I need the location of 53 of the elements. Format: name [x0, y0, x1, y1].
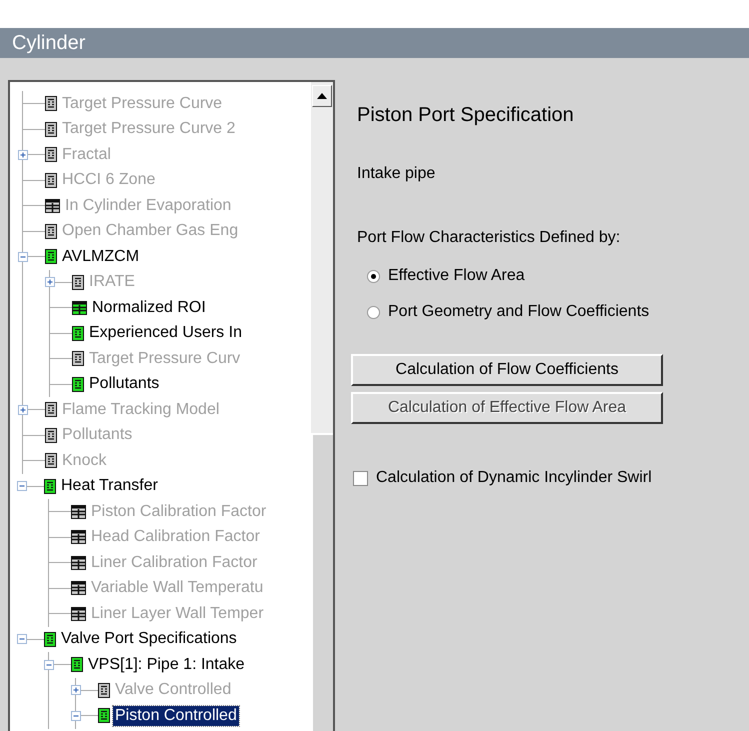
tree-item[interactable]: Open Chamber Gas Eng — [60, 221, 240, 242]
radio-button[interactable] — [367, 270, 380, 282]
tree-item[interactable]: Target Pressure Curve 2 — [60, 119, 238, 140]
tree-item[interactable]: AVLMZCM — [60, 246, 142, 267]
expand-toggle[interactable] — [71, 685, 81, 696]
checkbox[interactable] — [353, 470, 368, 486]
tree-item[interactable]: Target Pressure Curve — [60, 94, 224, 114]
radio-label: Port Geometry and Flow Coefficients — [388, 302, 650, 322]
plus-icon — [19, 406, 27, 414]
expand-toggle[interactable] — [18, 150, 28, 160]
tree-item[interactable]: VPS[1]: Pipe 1: Intake — [86, 654, 247, 675]
subtitle: Intake pipe — [357, 164, 436, 184]
panel-heading: Piston Port Specification — [357, 103, 574, 128]
plus-icon — [72, 686, 80, 694]
tree-item[interactable]: Valve Controlled — [113, 680, 234, 700]
tree-item[interactable]: Liner Layer Wall Temper — [89, 604, 266, 624]
tree-item[interactable]: Piston Controlled — [113, 706, 239, 726]
window-title: Cylinder — [12, 31, 86, 56]
tree-item[interactable]: Head Calibration Factor — [89, 527, 262, 548]
tree-item[interactable]: In Cylinder Evaporation — [63, 196, 234, 216]
up-arrow-icon — [317, 93, 327, 99]
tree-item[interactable]: Heat Transfer — [59, 476, 160, 496]
tree-item[interactable]: Pollutants — [87, 374, 162, 394]
expand-toggle[interactable] — [18, 404, 28, 415]
collapse-toggle[interactable] — [17, 481, 27, 492]
scroll-up-button[interactable] — [312, 85, 332, 107]
expand-toggle[interactable] — [45, 277, 55, 288]
tree-item[interactable]: Liner Calibration Factor — [89, 552, 260, 573]
tree-item[interactable]: Fractal — [60, 144, 113, 165]
tree-item[interactable]: Target Pressure Curv — [87, 348, 242, 369]
scroll-thumb[interactable] — [311, 433, 333, 731]
group-label: Port Flow Characteristics Defined by: — [357, 228, 620, 248]
plus-icon — [46, 278, 54, 286]
checkbox-label: Calculation of Dynamic Incylinder Swirl — [376, 468, 652, 488]
tree-item[interactable]: Knock — [60, 450, 108, 471]
tree-item[interactable]: Valve Port Specifications — [59, 629, 239, 650]
plus-icon — [19, 150, 27, 159]
collapse-toggle[interactable] — [71, 710, 81, 721]
collapse-toggle[interactable] — [17, 634, 27, 644]
tree-item[interactable]: Piston Calibration Factor — [89, 502, 268, 522]
scrollbar[interactable] — [311, 82, 333, 731]
collapse-toggle[interactable] — [44, 660, 54, 670]
tree-item[interactable]: Experienced Users In — [87, 323, 244, 344]
action-button[interactable]: Calculation of Flow Coefficients — [351, 354, 663, 386]
collapse-toggle[interactable] — [18, 252, 28, 262]
tree-item[interactable]: Flame Tracking Model — [60, 400, 222, 420]
tree-item[interactable]: Pollutants — [60, 425, 134, 446]
radio-button[interactable] — [367, 306, 380, 318]
radio-label: Effective Flow Area — [388, 266, 525, 286]
tree-item[interactable]: Variable Wall Temperatu — [89, 578, 266, 598]
tree-item[interactable]: HCCI 6 Zone — [60, 170, 158, 190]
tree-item[interactable]: IRATE — [87, 272, 137, 292]
tree-item[interactable]: Normalized ROI — [90, 298, 208, 318]
